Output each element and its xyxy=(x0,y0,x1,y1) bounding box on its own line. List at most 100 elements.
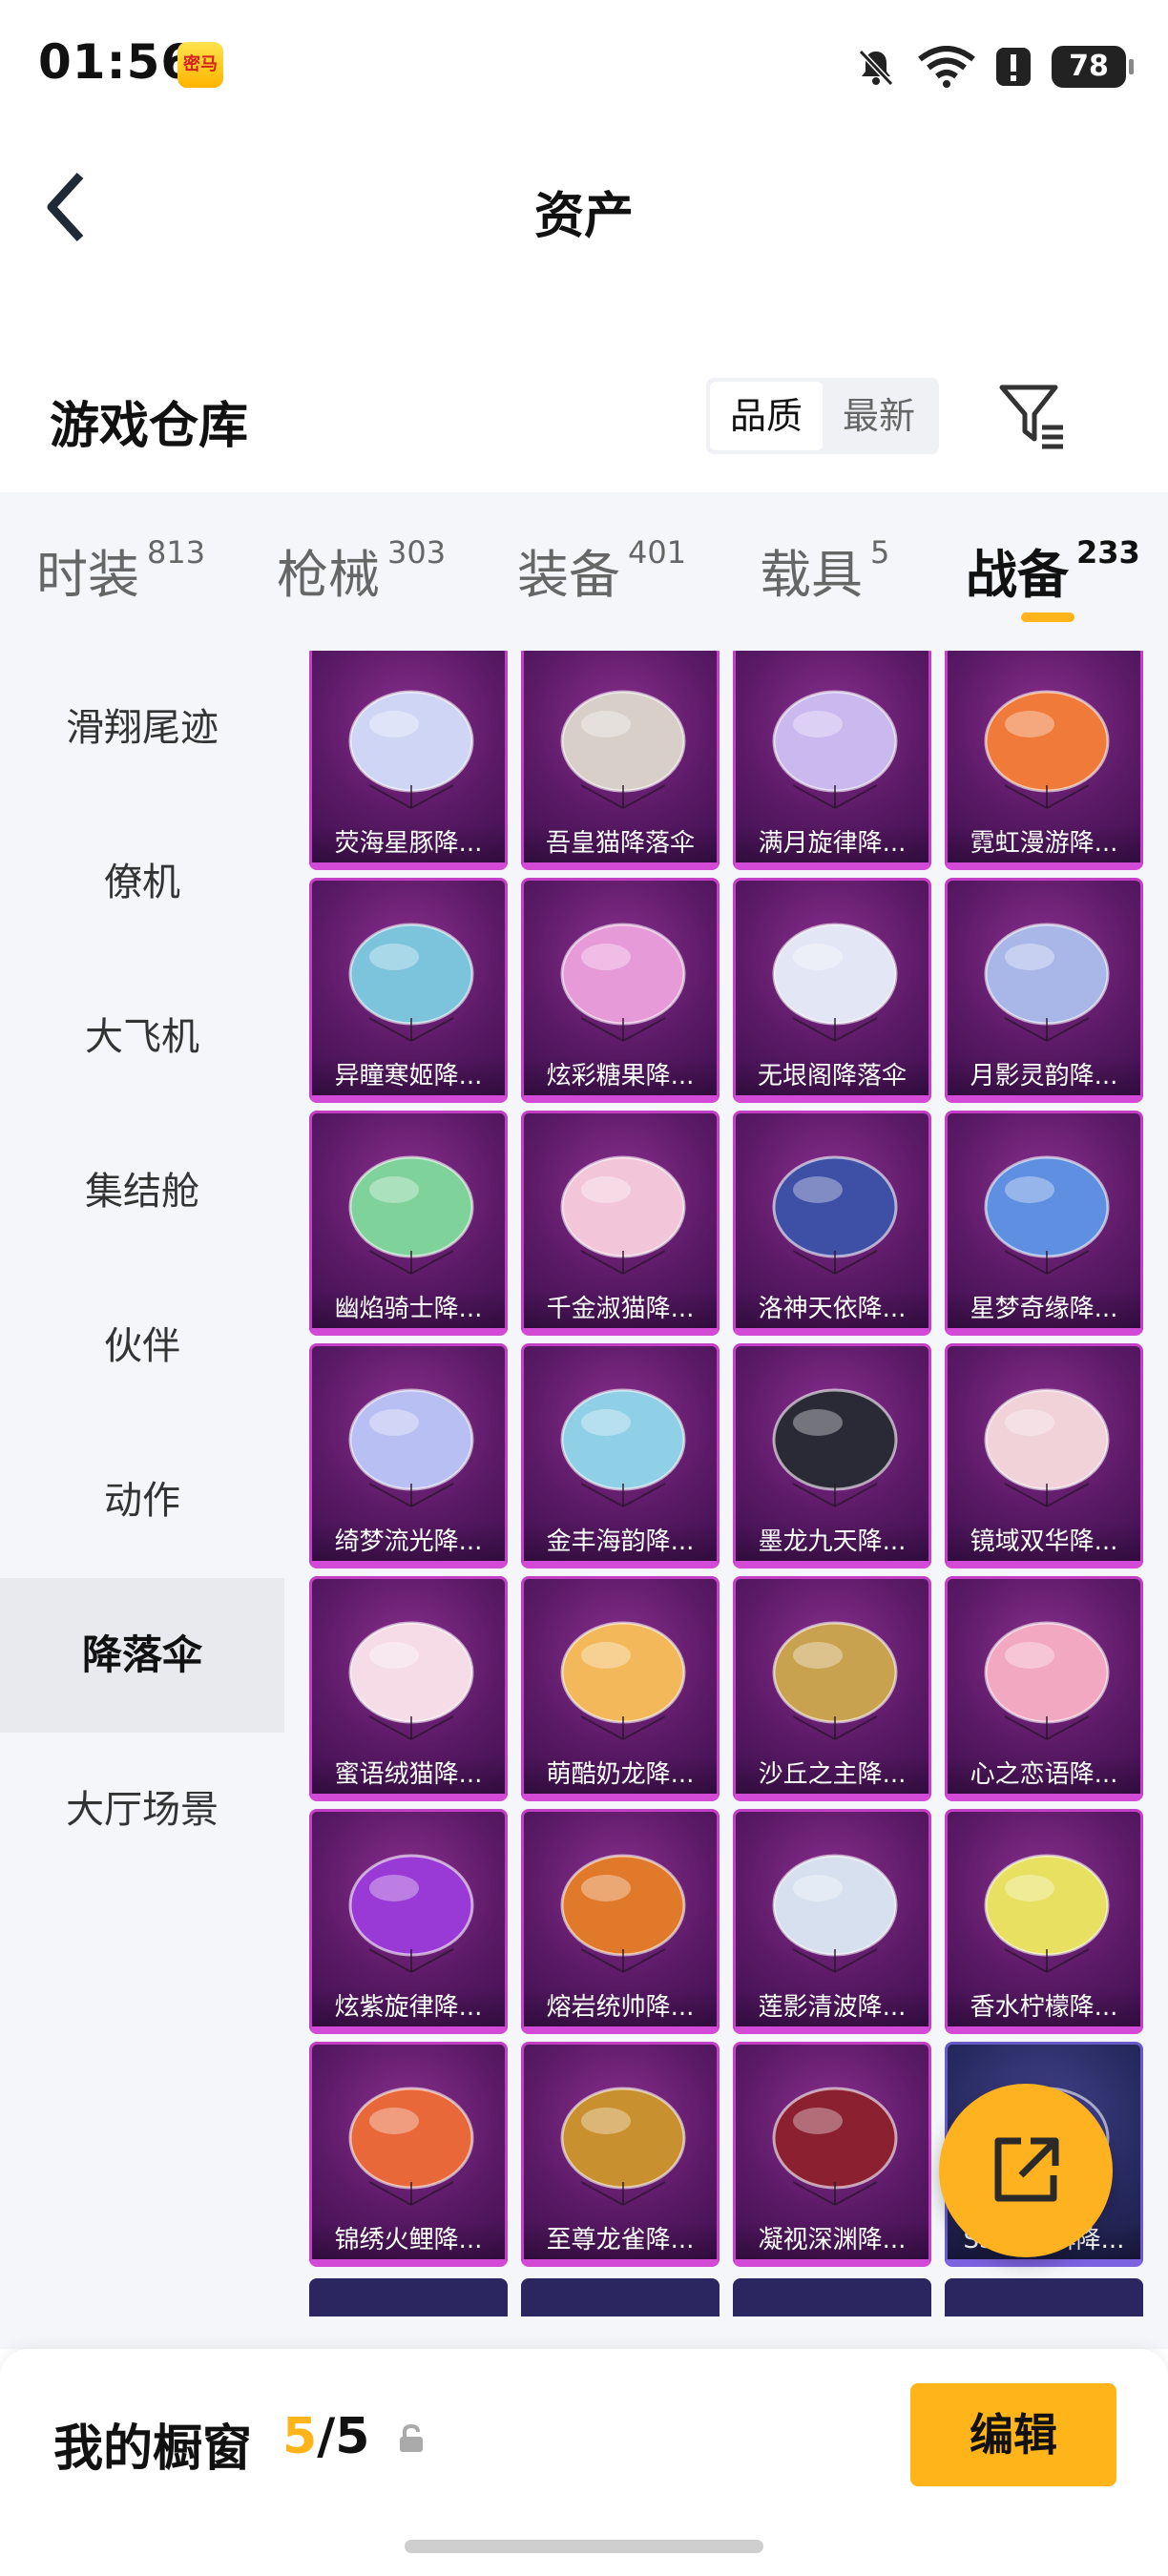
item-card[interactable]: 沙丘之主降... xyxy=(733,1576,931,1801)
side-item-lobby-scene[interactable]: 大厅场景 xyxy=(0,1733,284,1887)
item-card[interactable]: 千金淑猫降... xyxy=(521,1111,720,1336)
tab-count: 401 xyxy=(628,534,687,571)
parachute-icon xyxy=(772,1155,898,1275)
sort-by-quality[interactable]: 品质 xyxy=(710,382,823,450)
parachute-icon xyxy=(560,1388,686,1507)
item-card[interactable]: 墨龙九天降... xyxy=(733,1343,931,1568)
item-name: 洛神天依降... xyxy=(736,1290,928,1328)
item-card[interactable]: 萌酷奶龙降... xyxy=(521,1576,720,1801)
side-item-plane[interactable]: 大飞机 xyxy=(0,960,284,1114)
item-name: 幽焰骑士降... xyxy=(312,1290,505,1328)
item-card[interactable]: 香水柠檬降... xyxy=(945,1809,1143,2034)
parachute-icon xyxy=(348,690,474,809)
item-card-partial[interactable] xyxy=(309,2278,508,2316)
item-card[interactable]: 星梦奇缘降... xyxy=(945,1111,1143,1336)
showcase-current: 5 xyxy=(282,2408,318,2465)
side-item-glide-trail[interactable]: 滑翔尾迹 xyxy=(0,651,284,805)
item-name: 金丰海韵降... xyxy=(524,1523,717,1561)
item-card[interactable]: 满月旋律降... xyxy=(733,651,931,870)
item-card[interactable]: 蜜语绒猫降... xyxy=(309,1576,508,1801)
item-name: 凝视深渊降... xyxy=(736,2221,928,2259)
item-name: 异瞳寒姬降... xyxy=(312,1057,505,1095)
showcase-total: 5 xyxy=(335,2408,370,2465)
item-card[interactable]: 绮梦流光降... xyxy=(309,1343,508,1568)
filter-button[interactable] xyxy=(996,380,1069,452)
category-tabs: 时装 813 枪械 303 装备 401 载具 5 战备 233 xyxy=(0,492,1168,651)
battery-indicator: 78 xyxy=(1052,46,1134,88)
parachute-icon xyxy=(772,2087,898,2206)
parachute-icon xyxy=(772,1388,898,1507)
side-item-emote[interactable]: 动作 xyxy=(0,1423,284,1578)
wifi-icon xyxy=(918,46,975,88)
item-name: 绮梦流光降... xyxy=(312,1523,505,1561)
parachute-icon xyxy=(560,690,686,809)
parachute-icon xyxy=(560,923,686,1042)
active-tab-indicator xyxy=(1021,613,1074,622)
item-card-partial[interactable] xyxy=(945,2278,1143,2316)
showcase-count: 5/5 xyxy=(282,2408,370,2465)
item-card[interactable]: 霓虹漫游降... xyxy=(945,651,1143,870)
item-card-partial[interactable] xyxy=(733,2278,931,2316)
showcase-label: 我的橱窗 xyxy=(53,2420,253,2478)
item-card[interactable]: 炫紫旋律降... xyxy=(309,1809,508,2034)
page-title: 资产 xyxy=(533,188,634,245)
item-card[interactable]: 炫彩糖果降... xyxy=(521,878,720,1103)
item-name: 墨龙九天降... xyxy=(736,1523,928,1561)
item-card[interactable]: 吾皇猫降落伞 xyxy=(521,651,720,870)
parachute-icon xyxy=(984,1155,1110,1275)
item-card[interactable]: 凝视深渊降... xyxy=(733,2042,931,2267)
tab-firearms[interactable]: 枪械 303 xyxy=(277,532,446,608)
item-card[interactable]: 心之恋语降... xyxy=(945,1576,1143,1801)
edit-button[interactable]: 编辑 xyxy=(910,2383,1116,2486)
tab-label: 时装 xyxy=(36,545,139,605)
item-card-partial[interactable] xyxy=(521,2278,720,2316)
tab-combat-gear[interactable]: 战备 233 xyxy=(966,532,1140,608)
item-name: 荧海星豚降... xyxy=(312,824,505,862)
sort-by-newest[interactable]: 最新 xyxy=(823,382,935,450)
side-item-assembly-pod[interactable]: 集结舱 xyxy=(0,1114,284,1269)
alert-icon xyxy=(996,48,1031,86)
side-item-companion[interactable]: 伙伴 xyxy=(0,1269,284,1423)
item-card[interactable]: 熔岩统帅降... xyxy=(521,1809,720,2034)
item-name: 香水柠檬降... xyxy=(948,1988,1140,2026)
item-name: 炫彩糖果降... xyxy=(524,1057,717,1095)
item-name: 霓虹漫游降... xyxy=(948,824,1140,862)
parachute-icon xyxy=(348,923,474,1042)
item-card[interactable]: 无垠阁降落伞 xyxy=(733,878,931,1103)
chevron-left-icon xyxy=(47,172,84,242)
item-card[interactable]: 幽焰骑士降... xyxy=(309,1111,508,1336)
item-card[interactable]: 洛神天依降... xyxy=(733,1111,931,1336)
parachute-icon xyxy=(772,690,898,809)
parachute-icon xyxy=(348,1388,474,1507)
item-name: 锦绣火鲤降... xyxy=(312,2221,505,2259)
item-name: 千金淑猫降... xyxy=(524,1290,717,1328)
item-name: 沙丘之主降... xyxy=(736,1755,928,1794)
tab-count: 303 xyxy=(387,534,447,571)
tab-equipment[interactable]: 装备 401 xyxy=(517,532,686,608)
back-button[interactable] xyxy=(38,164,115,250)
item-card[interactable]: 锦绣火鲤降... xyxy=(309,2042,508,2267)
parachute-icon xyxy=(772,1854,898,1973)
parachute-icon xyxy=(772,923,898,1042)
tab-outfits[interactable]: 时装 813 xyxy=(36,532,205,608)
share-external-icon xyxy=(994,2137,1059,2202)
tab-label: 装备 xyxy=(517,545,620,605)
item-card[interactable]: 金丰海韵降... xyxy=(521,1343,720,1568)
item-card[interactable]: 月影灵韵降... xyxy=(945,878,1143,1103)
item-card[interactable]: 至尊龙雀降... xyxy=(521,2042,720,2267)
item-card[interactable]: 荧海星豚降... xyxy=(309,651,508,870)
item-name: 满月旋律降... xyxy=(736,824,928,862)
side-item-parachute[interactable]: 降落伞 xyxy=(0,1578,284,1733)
item-card[interactable]: 镜域双华降... xyxy=(945,1343,1143,1568)
share-button[interactable] xyxy=(939,2084,1113,2257)
side-item-wingman[interactable]: 僚机 xyxy=(0,805,284,960)
tab-label: 载具 xyxy=(760,545,863,605)
item-name: 萌酷奶龙降... xyxy=(524,1755,717,1794)
home-indicator xyxy=(405,2540,763,2553)
item-card[interactable]: 莲影清波降... xyxy=(733,1809,931,2034)
item-name: 月影灵韵降... xyxy=(948,1057,1140,1095)
tab-count: 5 xyxy=(870,534,890,571)
tab-vehicles[interactable]: 载具 5 xyxy=(760,532,889,608)
item-card[interactable]: 异瞳寒姬降... xyxy=(309,878,508,1103)
item-name: 镜域双华降... xyxy=(948,1523,1140,1561)
